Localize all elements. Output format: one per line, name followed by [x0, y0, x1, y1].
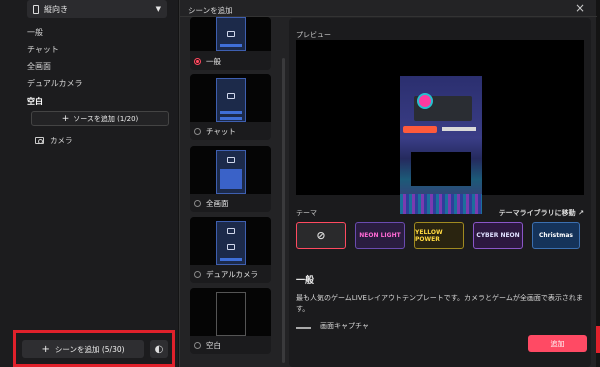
camera-icon — [227, 228, 235, 234]
preview-text-line — [442, 127, 476, 131]
plus-icon: + — [41, 343, 50, 355]
source-item-camera[interactable]: カメラ — [35, 135, 73, 146]
template-detail-panel: プレビュー テーマ テーマライブラリに移動 ↗ ⊘ NEON LIGHT YEL… — [289, 18, 591, 367]
theme-yellow-power[interactable]: YELLOW POWER — [414, 222, 464, 249]
source-item-label: カメラ — [50, 136, 73, 145]
template-label: チャット — [194, 126, 236, 137]
orientation-label: 縦向き — [44, 4, 68, 14]
template-thumbnail — [190, 17, 271, 51]
template-card-blank[interactable]: 空白 — [190, 288, 271, 354]
preview-area — [296, 40, 584, 214]
prohibit-icon: ⊘ — [316, 229, 326, 242]
add-source-label: ソースを追加 (1/20) — [73, 114, 139, 123]
template-thumbnail — [190, 288, 271, 336]
template-thumbnail — [190, 217, 271, 265]
scene-sidebar: 縦向き ▼ 一般 チャット 全画面 デュアルカメラ 空白 + ソースを追加 (1… — [0, 0, 178, 367]
phone-mockup — [216, 150, 246, 194]
template-label: 全画面 — [194, 198, 229, 209]
avatar — [417, 93, 433, 109]
template-title: 一般 — [296, 276, 315, 286]
edge-accent — [596, 326, 600, 353]
template-name: デュアルカメラ — [206, 270, 259, 279]
preview-follow-chip — [403, 126, 437, 133]
add-scene-dialog: シーンを追加 × 一般 チャット 全画面 デュアルカメラ 空白 プレビュー テー… — [179, 0, 597, 367]
palette-button[interactable]: ◐ — [150, 340, 168, 358]
template-card-general[interactable]: 一般 — [190, 17, 271, 70]
app-window: 縦向き ▼ 一般 チャット 全画面 デュアルカメラ 空白 + ソースを追加 (1… — [0, 0, 600, 367]
template-name: 一般 — [206, 57, 221, 66]
scene-item-fullscreen[interactable]: 全画面 — [27, 61, 51, 72]
add-scene-label: シーンを追加 (5/30) — [54, 344, 125, 354]
capture-label: 画面キャプチャ — [320, 322, 369, 330]
camera-icon — [227, 157, 235, 163]
radio-unselected[interactable] — [194, 271, 201, 278]
palette-icon: ◐ — [154, 343, 164, 355]
theme-library-label: テーマライブラリに移動 — [498, 209, 576, 217]
camera-icon — [35, 137, 44, 144]
theme-library-link[interactable]: テーマライブラリに移動 ↗ — [499, 208, 584, 218]
close-icon[interactable]: × — [575, 1, 585, 15]
scene-item-blank[interactable]: 空白 — [27, 96, 43, 107]
phone-mockup — [216, 292, 246, 336]
preview-phone — [400, 76, 482, 214]
phone-mockup — [216, 17, 246, 51]
add-source-button[interactable]: + ソースを追加 (1/20) — [31, 111, 169, 126]
add-scene-button[interactable]: + シーンを追加 (5/30) — [22, 340, 144, 358]
theme-label: テーマ — [296, 209, 317, 217]
plus-icon: + — [61, 113, 70, 124]
capture-item: 画面キャプチャ — [296, 321, 369, 331]
radio-unselected[interactable] — [194, 342, 201, 349]
add-button[interactable]: 追加 — [528, 335, 587, 352]
radio-selected[interactable] — [194, 58, 201, 65]
template-label: 空白 — [194, 340, 221, 351]
external-link-icon: ↗ — [578, 209, 584, 217]
thumbnail-bar — [220, 169, 242, 189]
template-name: 空白 — [206, 341, 221, 350]
preview-camera-slot — [411, 152, 471, 186]
template-label: 一般 — [194, 56, 221, 67]
template-card-fullscreen[interactable]: 全画面 — [190, 146, 271, 212]
theme-neon-light[interactable]: NEON LIGHT — [355, 222, 405, 249]
phone-mockup — [216, 78, 246, 122]
phone-icon — [33, 4, 39, 14]
thumbnail-bar — [220, 111, 242, 114]
thumbnail-bar — [220, 44, 242, 47]
theme-header: テーマ テーマライブラリに移動 ↗ — [296, 208, 584, 218]
scene-item-chat[interactable]: チャット — [27, 44, 59, 55]
phone-mockup — [216, 221, 246, 265]
theme-none[interactable]: ⊘ — [296, 222, 346, 249]
template-name: 全画面 — [206, 199, 229, 208]
camera-icon — [227, 31, 235, 37]
theme-christmas[interactable]: Christmas — [532, 222, 580, 249]
radio-unselected[interactable] — [194, 128, 201, 135]
thumbnail-bar — [220, 117, 242, 120]
dialog-title: シーンを追加 — [188, 6, 233, 15]
template-description: 最も人気のゲームLIVEレイアウトテンプレートです。カメラとゲームが全画面で表示… — [296, 294, 583, 313]
camera-icon — [227, 244, 235, 250]
template-card-dual-camera[interactable]: デュアルカメラ — [190, 217, 271, 283]
capture-icon — [296, 324, 311, 329]
template-label: デュアルカメラ — [194, 269, 258, 280]
preview-label: プレビュー — [296, 31, 331, 39]
theme-cyber-neon[interactable]: CYBER NEON — [473, 222, 523, 249]
template-thumbnail — [190, 74, 271, 122]
caret-down-icon: ▼ — [155, 5, 161, 13]
template-card-chat[interactable]: チャット — [190, 74, 271, 140]
orientation-dropdown[interactable]: 縦向き ▼ — [27, 0, 167, 18]
camera-icon — [227, 93, 235, 99]
template-thumbnail — [190, 146, 271, 194]
thumbnail-bar — [220, 258, 242, 261]
template-name: チャット — [206, 127, 236, 136]
radio-unselected[interactable] — [194, 200, 201, 207]
scene-item-dual-camera[interactable]: デュアルカメラ — [27, 78, 83, 89]
scrollbar[interactable] — [282, 58, 285, 363]
scene-item-general[interactable]: 一般 — [27, 27, 43, 38]
